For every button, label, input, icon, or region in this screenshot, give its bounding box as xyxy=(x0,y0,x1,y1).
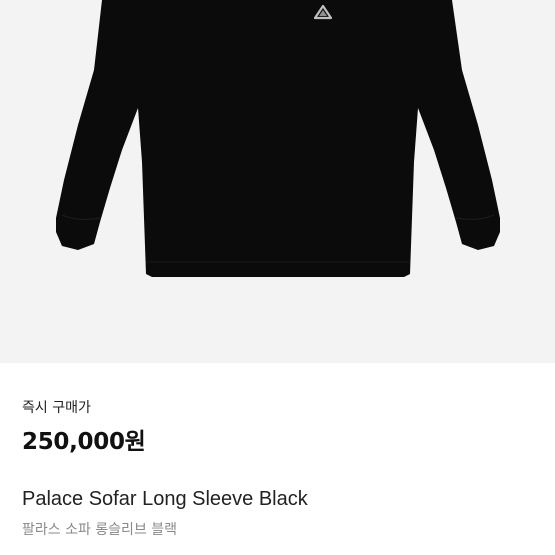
instant-buy-label: 즉시 구매가 xyxy=(22,400,91,416)
instant-buy-price: 250,000원 xyxy=(22,429,146,455)
product-detail-screen: 즉시 구매가 250,000원 Palace Sofar Long Sleeve… xyxy=(0,0,555,555)
product-name-english: Palace Sofar Long Sleeve Black xyxy=(22,488,308,510)
product-image[interactable] xyxy=(0,0,555,363)
product-name-korean: 팔라스 소파 롱슬리브 블랙 xyxy=(22,522,178,538)
long-sleeve-shirt-illustration xyxy=(0,0,555,363)
